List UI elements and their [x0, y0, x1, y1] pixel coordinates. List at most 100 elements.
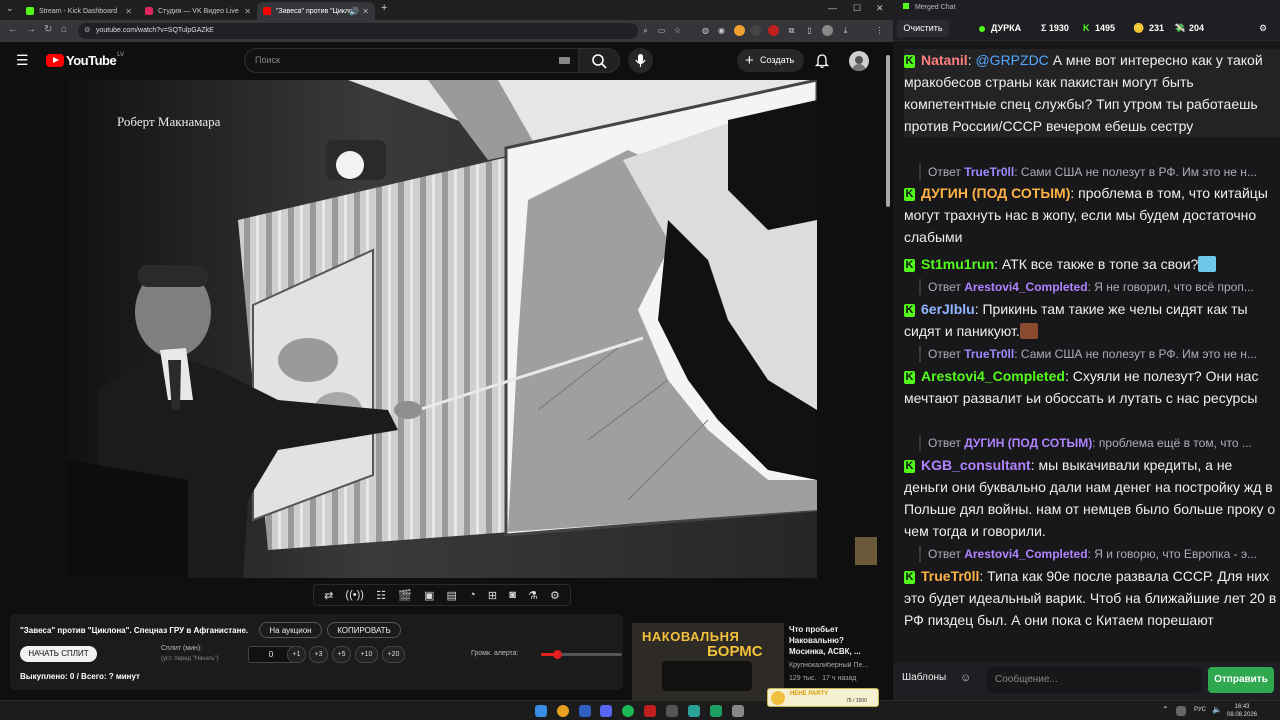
subtitles-icon[interactable]: ▤ — [446, 589, 456, 602]
increment-10-button[interactable]: +10 — [355, 646, 378, 663]
speaker-icon[interactable]: 🔈 — [1212, 705, 1222, 714]
reply-username[interactable]: TrueTr0ll — [964, 165, 1014, 179]
loop-icon[interactable]: ⇄ — [324, 589, 333, 602]
party-widget[interactable]: НЕНЕ PARTY 75 / 1500 — [767, 688, 879, 707]
notifications-bell-icon[interactable] — [814, 53, 830, 69]
chat-username[interactable]: TrueTr0ll — [921, 568, 979, 584]
speed-gauge-icon[interactable]: ◔ — [469, 589, 476, 601]
tray-chevron-icon[interactable]: ⌃ — [1162, 705, 1169, 714]
minimize-icon[interactable]: — — [828, 3, 837, 13]
reply-username[interactable]: ДУГИН (ПОД СОТЫМ) — [964, 436, 1092, 450]
extension-icon[interactable]: ◍ — [700, 25, 711, 36]
extension-badge-icon[interactable] — [768, 25, 779, 36]
auction-button[interactable]: На аукцион — [259, 622, 322, 638]
recommended-channel[interactable]: Крупнокалиберный Пе... — [789, 662, 881, 669]
create-button[interactable]: + Создать — [737, 49, 804, 72]
steam-icon[interactable] — [579, 705, 591, 717]
chat-message-list[interactable]: K Natanil: @GRPZDC А мне вот интересно ка… — [893, 44, 1280, 660]
chat-username[interactable]: St1mu1run — [921, 256, 994, 272]
increment-3-button[interactable]: +3 — [309, 646, 328, 663]
menu-icon[interactable]: ⋮ — [874, 25, 885, 36]
url-field[interactable]: ⚙ youtube.com/watch?v=SQTulpGAZkE — [78, 23, 638, 39]
add-marker-icon[interactable]: ⊞ — [488, 589, 497, 602]
templates-button[interactable]: Шаблоны — [902, 672, 946, 683]
settings-gear-icon[interactable]: ⚙ — [550, 589, 560, 602]
site-info-icon[interactable]: ⚙ — [84, 23, 90, 39]
reload-icon[interactable]: ↻ — [44, 24, 52, 35]
clear-chat-button[interactable]: Очистить — [897, 20, 949, 37]
tab-search-icon[interactable]: ⌄ — [6, 3, 14, 14]
extension-icon[interactable]: ◉ — [716, 25, 727, 36]
end-screen-thumbnail[interactable] — [855, 537, 877, 565]
flask-icon[interactable]: ⚗ — [528, 589, 538, 602]
reply-username[interactable]: Arestovi4_Completed — [964, 280, 1087, 294]
discord-icon[interactable] — [600, 705, 612, 717]
app-icon[interactable] — [710, 705, 722, 717]
start-split-button[interactable]: НАЧАТЬ СПЛИТ — [20, 646, 97, 662]
video-player[interactable]: Роберт Макнамара — [68, 80, 817, 578]
emoji-picker-icon[interactable]: ☺ — [960, 672, 971, 684]
extension-icon[interactable] — [750, 25, 761, 36]
voice-search-button[interactable] — [628, 48, 653, 73]
send-button[interactable]: Отправить — [1208, 667, 1274, 693]
close-tab-icon[interactable]: ✕ — [244, 7, 251, 16]
broadcast-icon[interactable]: ((•)) — [345, 589, 364, 601]
reply-username[interactable]: Arestovi4_Completed — [964, 547, 1087, 561]
youtube-logo[interactable]: YouTube LV — [46, 52, 124, 68]
chat-message-input[interactable]: Сообщение... — [987, 667, 1202, 693]
tab-vk-video[interactable]: Студия — VK Видео Live ✕ — [139, 2, 257, 20]
spotify-icon[interactable] — [622, 705, 634, 717]
alert-volume-knob[interactable] — [553, 650, 563, 659]
audio-playing-icon[interactable]: 🔊 — [349, 7, 359, 16]
screenshot-camera-icon[interactable]: ◙ — [509, 589, 516, 601]
increment-1-button[interactable]: +1 — [287, 646, 306, 663]
close-window-icon[interactable]: ✕ — [876, 3, 884, 14]
increment-20-button[interactable]: +20 — [382, 646, 405, 663]
search-input[interactable]: Поиск — [244, 48, 579, 73]
tray-icon[interactable] — [1176, 706, 1186, 716]
alert-volume-slider[interactable] — [541, 650, 622, 659]
clapperboard-icon[interactable]: 🎬 — [398, 589, 412, 602]
clock[interactable]: 16:43 08.08.2026 — [1227, 703, 1257, 719]
playlist-settings-icon[interactable]: ☷ — [376, 589, 386, 602]
extension-icon[interactable] — [734, 25, 745, 36]
settings-gear-icon[interactable]: ⚙ — [1259, 23, 1267, 34]
back-icon[interactable]: ← — [8, 24, 18, 35]
tab-youtube-video[interactable]: "Завеса" против "Циклона" 🔊 ✕ — [257, 2, 375, 20]
recommended-video-thumbnail[interactable]: НАКОВАЛЬНЯ БОРМС — [632, 623, 784, 700]
keyboard-icon[interactable] — [559, 57, 570, 64]
close-tab-icon[interactable]: ✕ — [125, 7, 132, 16]
chrome-icon[interactable] — [557, 705, 569, 717]
language-indicator[interactable]: РУС — [1194, 707, 1206, 713]
increment-5-button[interactable]: +5 — [332, 646, 351, 663]
forward-icon[interactable]: → — [26, 24, 36, 35]
cast-icon[interactable]: ▭ — [656, 25, 667, 36]
app-icon[interactable] — [644, 705, 656, 717]
new-tab-icon[interactable]: + — [381, 2, 387, 14]
extensions-puzzle-icon[interactable]: ⧉ — [786, 25, 797, 36]
profile-icon[interactable] — [822, 25, 833, 36]
chat-username[interactable]: ДУГИН (ПОД СОТЫМ) — [921, 185, 1070, 201]
app-icon[interactable] — [688, 705, 700, 717]
bookmark-star-icon[interactable]: ☆ — [672, 25, 683, 36]
picture-in-picture-icon[interactable]: ▣ — [424, 589, 434, 602]
zoom-icon[interactable]: ⌕ — [640, 25, 651, 36]
search-button[interactable] — [578, 48, 620, 73]
hamburger-menu-icon[interactable]: ☰ — [16, 52, 29, 69]
chat-username[interactable]: 6erJIblu — [921, 301, 975, 317]
tab-kick-dashboard[interactable]: Stream - Kick Dashboard ✕ — [20, 2, 138, 20]
maximize-icon[interactable]: ☐ — [853, 3, 861, 14]
chat-username[interactable]: Arestovi4_Completed — [921, 368, 1065, 384]
download-icon[interactable]: ⤓ — [840, 25, 851, 36]
app-icon[interactable] — [732, 705, 744, 717]
chat-username[interactable]: Natanil — [921, 52, 968, 68]
page-scrollbar-thumb[interactable] — [886, 55, 890, 207]
close-tab-icon[interactable]: ✕ — [362, 7, 369, 16]
home-icon[interactable]: ⌂ — [61, 24, 67, 35]
windows-start-icon[interactable] — [535, 705, 547, 717]
avatar[interactable] — [849, 51, 869, 71]
chat-mention[interactable]: @GRPZDC — [975, 52, 1048, 68]
copy-button[interactable]: КОПИРОВАТЬ — [327, 622, 401, 638]
recommended-video-title[interactable]: Что пробьет Наковальню? Мосинка, АСВК, .… — [789, 624, 881, 657]
chat-username[interactable]: KGB_consultant — [921, 457, 1031, 473]
